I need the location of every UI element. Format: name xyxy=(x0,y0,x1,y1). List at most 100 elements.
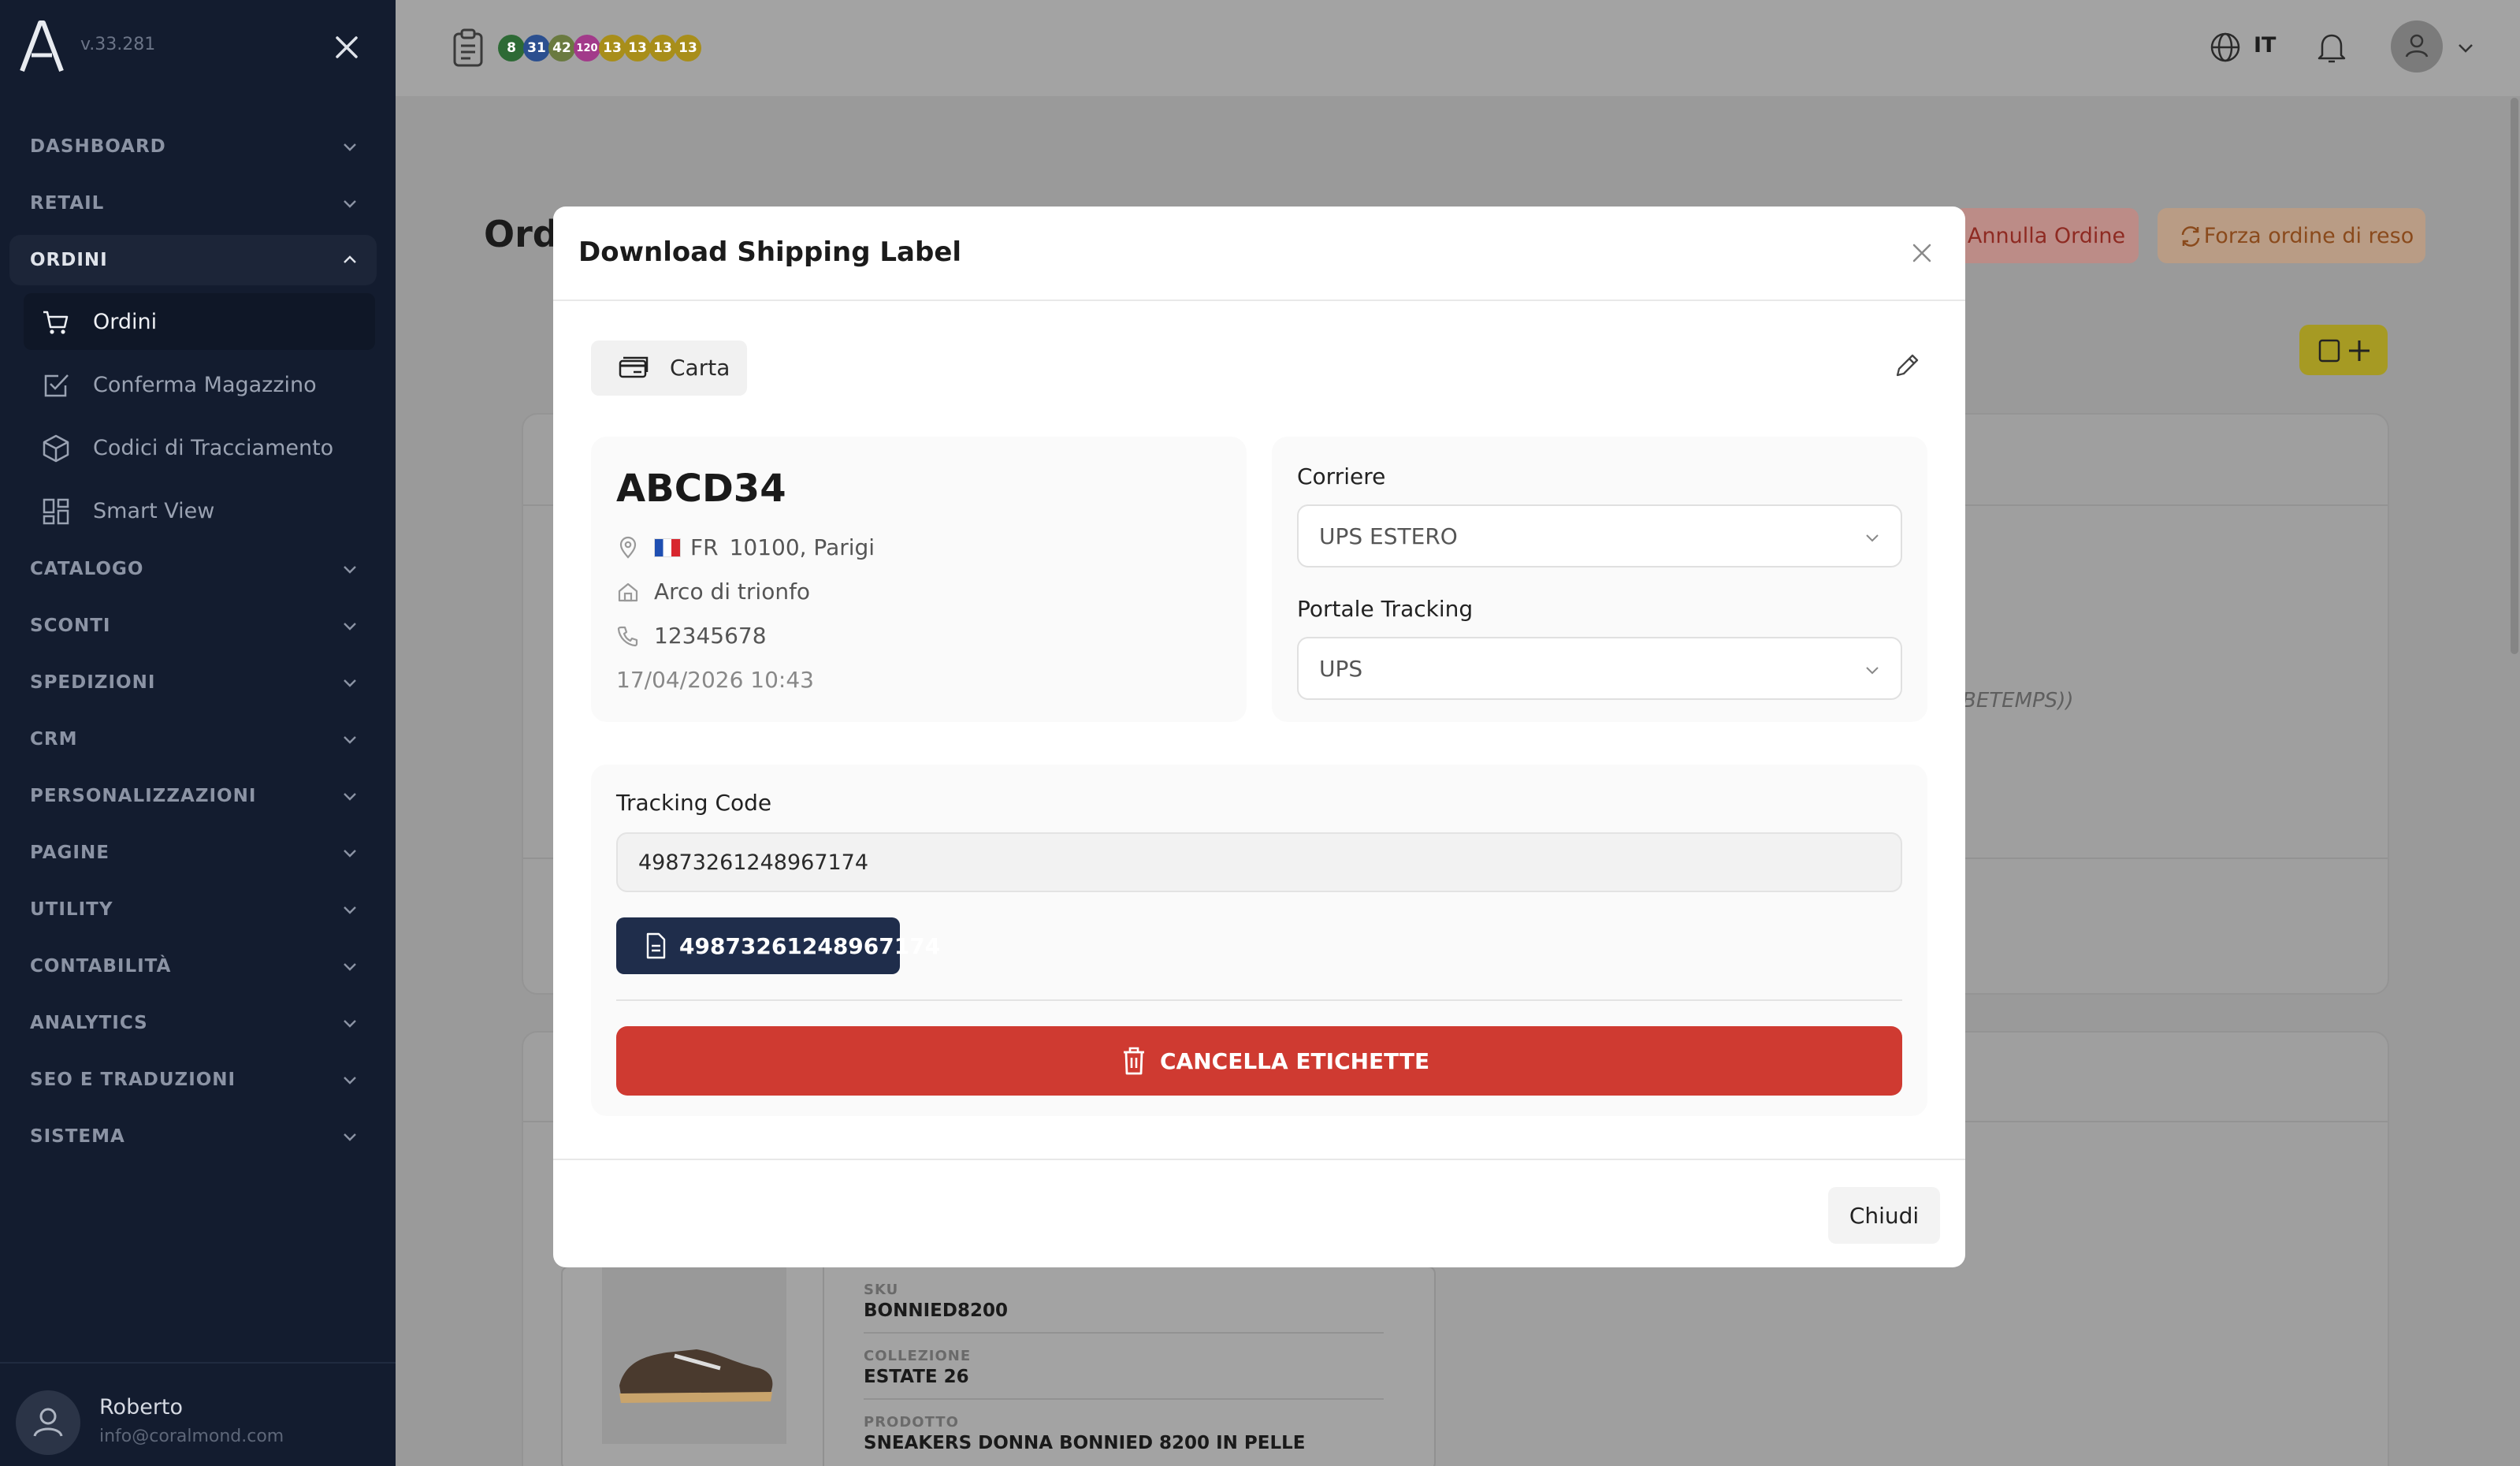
download-label-button[interactable]: 49873261248967174 xyxy=(616,917,940,974)
address-code: ABCD34 xyxy=(616,467,786,511)
tracking-portal-value: UPS xyxy=(1319,656,1363,682)
chevron-down-icon xyxy=(344,793,356,801)
sidebar-group-ordini[interactable]: ORDINI xyxy=(9,235,377,285)
courier-value: UPS ESTERO xyxy=(1319,523,1458,549)
chevron-down-icon xyxy=(1866,534,1879,542)
chevron-up-icon xyxy=(344,255,356,263)
sidebar-group-dashboard[interactable]: DASHBOARD xyxy=(9,121,377,172)
sidebar-group-spedizioni[interactable]: SPEDIZIONI xyxy=(9,657,377,708)
chevron-down-icon xyxy=(344,1077,356,1085)
home-icon xyxy=(618,582,638,601)
sidebar-group-label: SISTEMA xyxy=(30,1126,125,1147)
tracking-portal-select[interactable]: UPS xyxy=(1297,637,1902,700)
status-badge[interactable]: 13 xyxy=(599,35,626,61)
sidebar-group-utility[interactable]: UTILITY xyxy=(9,884,377,935)
add-note-button[interactable] xyxy=(2299,325,2388,375)
sidebar-group-label: PERSONALIZZAZIONI xyxy=(30,786,257,806)
download-label-text: 49873261248967174 xyxy=(679,933,941,959)
sidebar-group-label: CONTABILITÀ xyxy=(30,956,172,977)
sidebar-group-personalizzazioni[interactable]: PERSONALIZZAZIONI xyxy=(9,771,377,821)
sidebar: v.33.281 DASHBOARD RETAIL ORDINI Ordini Con… xyxy=(0,0,396,1466)
sidebar-user[interactable]: Roberto info@coralmond.com xyxy=(0,1362,396,1466)
user-avatar xyxy=(16,1390,80,1455)
status-badge[interactable]: 120 xyxy=(574,35,600,61)
tracking-code-label: Tracking Code xyxy=(616,790,772,816)
france-flag-icon xyxy=(654,538,681,557)
cancel-order-button[interactable]: Annulla Ordine xyxy=(1954,208,2139,263)
app-logo[interactable] xyxy=(19,20,65,73)
globe-icon[interactable] xyxy=(2210,32,2241,63)
document-icon xyxy=(646,932,666,959)
sidebar-group-label: UTILITY xyxy=(30,899,113,920)
collection-value: ESTATE 26 xyxy=(864,1367,969,1387)
address-street: Arco di trionfo xyxy=(654,579,811,605)
status-badge[interactable]: 31 xyxy=(523,35,550,61)
refresh-icon xyxy=(2181,226,2200,247)
delete-labels-text: CANCELLA ETICHETTE xyxy=(1160,1048,1430,1074)
trash-icon xyxy=(1124,1047,1144,1075)
sidebar-item-conferma-magazzino[interactable]: Conferma Magazzino xyxy=(24,356,375,413)
sidebar-group-crm[interactable]: CRM xyxy=(9,714,377,765)
chevron-down-icon xyxy=(344,623,356,631)
sidebar-group-label: CRM xyxy=(30,729,78,750)
sidebar-group-pagine[interactable]: PAGINE xyxy=(9,828,377,878)
chevron-down-icon xyxy=(344,906,356,914)
status-badge[interactable]: 8 xyxy=(498,35,525,61)
close-icon[interactable] xyxy=(1909,240,1935,266)
tracking-portal-label: Portale Tracking xyxy=(1297,596,1474,622)
force-return-button[interactable]: Forza ordine di reso xyxy=(2158,208,2425,263)
close-sidebar-icon[interactable] xyxy=(329,30,364,65)
status-badges: 8 31 42 120 13 13 13 13 xyxy=(498,35,701,61)
sidebar-item-label: Codici di Tracciamento xyxy=(93,435,334,460)
page-title: Ord xyxy=(484,213,559,255)
user-icon xyxy=(2405,34,2429,58)
user-name: Roberto xyxy=(99,1395,184,1419)
status-badge[interactable]: 13 xyxy=(649,35,676,61)
address-date: 17/04/2026 10:43 xyxy=(616,667,814,693)
courier-card: Corriere UPS ESTERO Portale Tracking UPS xyxy=(1272,437,1927,722)
top-bar: 8 31 42 120 13 13 13 13 IT xyxy=(396,0,2520,96)
sidebar-item-label: Smart View xyxy=(93,498,215,523)
sidebar-group-label: PAGINE xyxy=(30,843,110,863)
status-badge[interactable]: 13 xyxy=(624,35,651,61)
sidebar-group-retail[interactable]: RETAIL xyxy=(9,178,377,229)
sidebar-item-codici-di-tracciamento[interactable]: Codici di Tracciamento xyxy=(24,419,375,476)
product-image[interactable] xyxy=(602,1267,786,1444)
tracking-code-input[interactable] xyxy=(616,832,1902,892)
phone-icon xyxy=(617,626,638,646)
order-note-fragment: BETEMPS)) xyxy=(1962,689,2074,713)
address-street-row: Arco di trionfo xyxy=(616,579,810,605)
sidebar-group-sconti[interactable]: SCONTI xyxy=(9,601,377,651)
sidebar-group-catalogo[interactable]: CATALOGO xyxy=(9,544,377,594)
status-badge[interactable]: 13 xyxy=(675,35,701,61)
checkbox-icon xyxy=(44,374,69,397)
cart-icon xyxy=(43,311,69,334)
map-pin-icon xyxy=(619,536,637,559)
sidebar-group-analytics[interactable]: ANALYTICS xyxy=(9,998,377,1048)
sidebar-item-smart-view[interactable]: Smart View xyxy=(24,482,375,539)
account-avatar[interactable] xyxy=(2391,20,2443,73)
page-scrollbar[interactable] xyxy=(2511,98,2518,654)
user-icon xyxy=(33,1408,63,1437)
courier-select[interactable]: UPS ESTERO xyxy=(1297,504,1902,567)
clipboard-icon[interactable] xyxy=(451,28,485,68)
product-value: SNEAKERS DONNA BONNIED 8200 IN PELLE xyxy=(864,1433,1306,1453)
shipping-address-card: ABCD34 FR 10100, Parigi Arco di trionfo … xyxy=(591,437,1247,722)
close-button[interactable]: Chiudi xyxy=(1828,1187,1940,1244)
status-badge[interactable]: 42 xyxy=(548,35,575,61)
shipping-label-modal: Download Shipping Label Carta ABCD34 FR … xyxy=(553,207,1965,1267)
sidebar-group-contabilita[interactable]: CONTABILITÀ xyxy=(9,941,377,992)
sidebar-group-label: SPEDIZIONI xyxy=(30,672,156,693)
bell-icon[interactable] xyxy=(2315,30,2348,65)
modal-footer: Chiudi xyxy=(553,1159,1965,1267)
delete-labels-button[interactable]: CANCELLA ETICHETTE xyxy=(616,1026,1902,1096)
meta-divider xyxy=(864,1332,1384,1334)
sidebar-item-ordini[interactable]: Ordini xyxy=(24,293,375,350)
language-selector[interactable]: IT xyxy=(2254,33,2276,58)
sidebar-group-seo-e-traduzioni[interactable]: SEO E TRADUZIONI xyxy=(9,1055,377,1105)
sidebar-group-sistema[interactable]: SISTEMA xyxy=(9,1111,377,1162)
edit-icon[interactable] xyxy=(1893,352,1921,380)
chevron-down-icon xyxy=(344,679,356,687)
chevron-down-icon[interactable] xyxy=(2455,38,2476,58)
address-city: 10100, Parigi xyxy=(729,534,875,560)
